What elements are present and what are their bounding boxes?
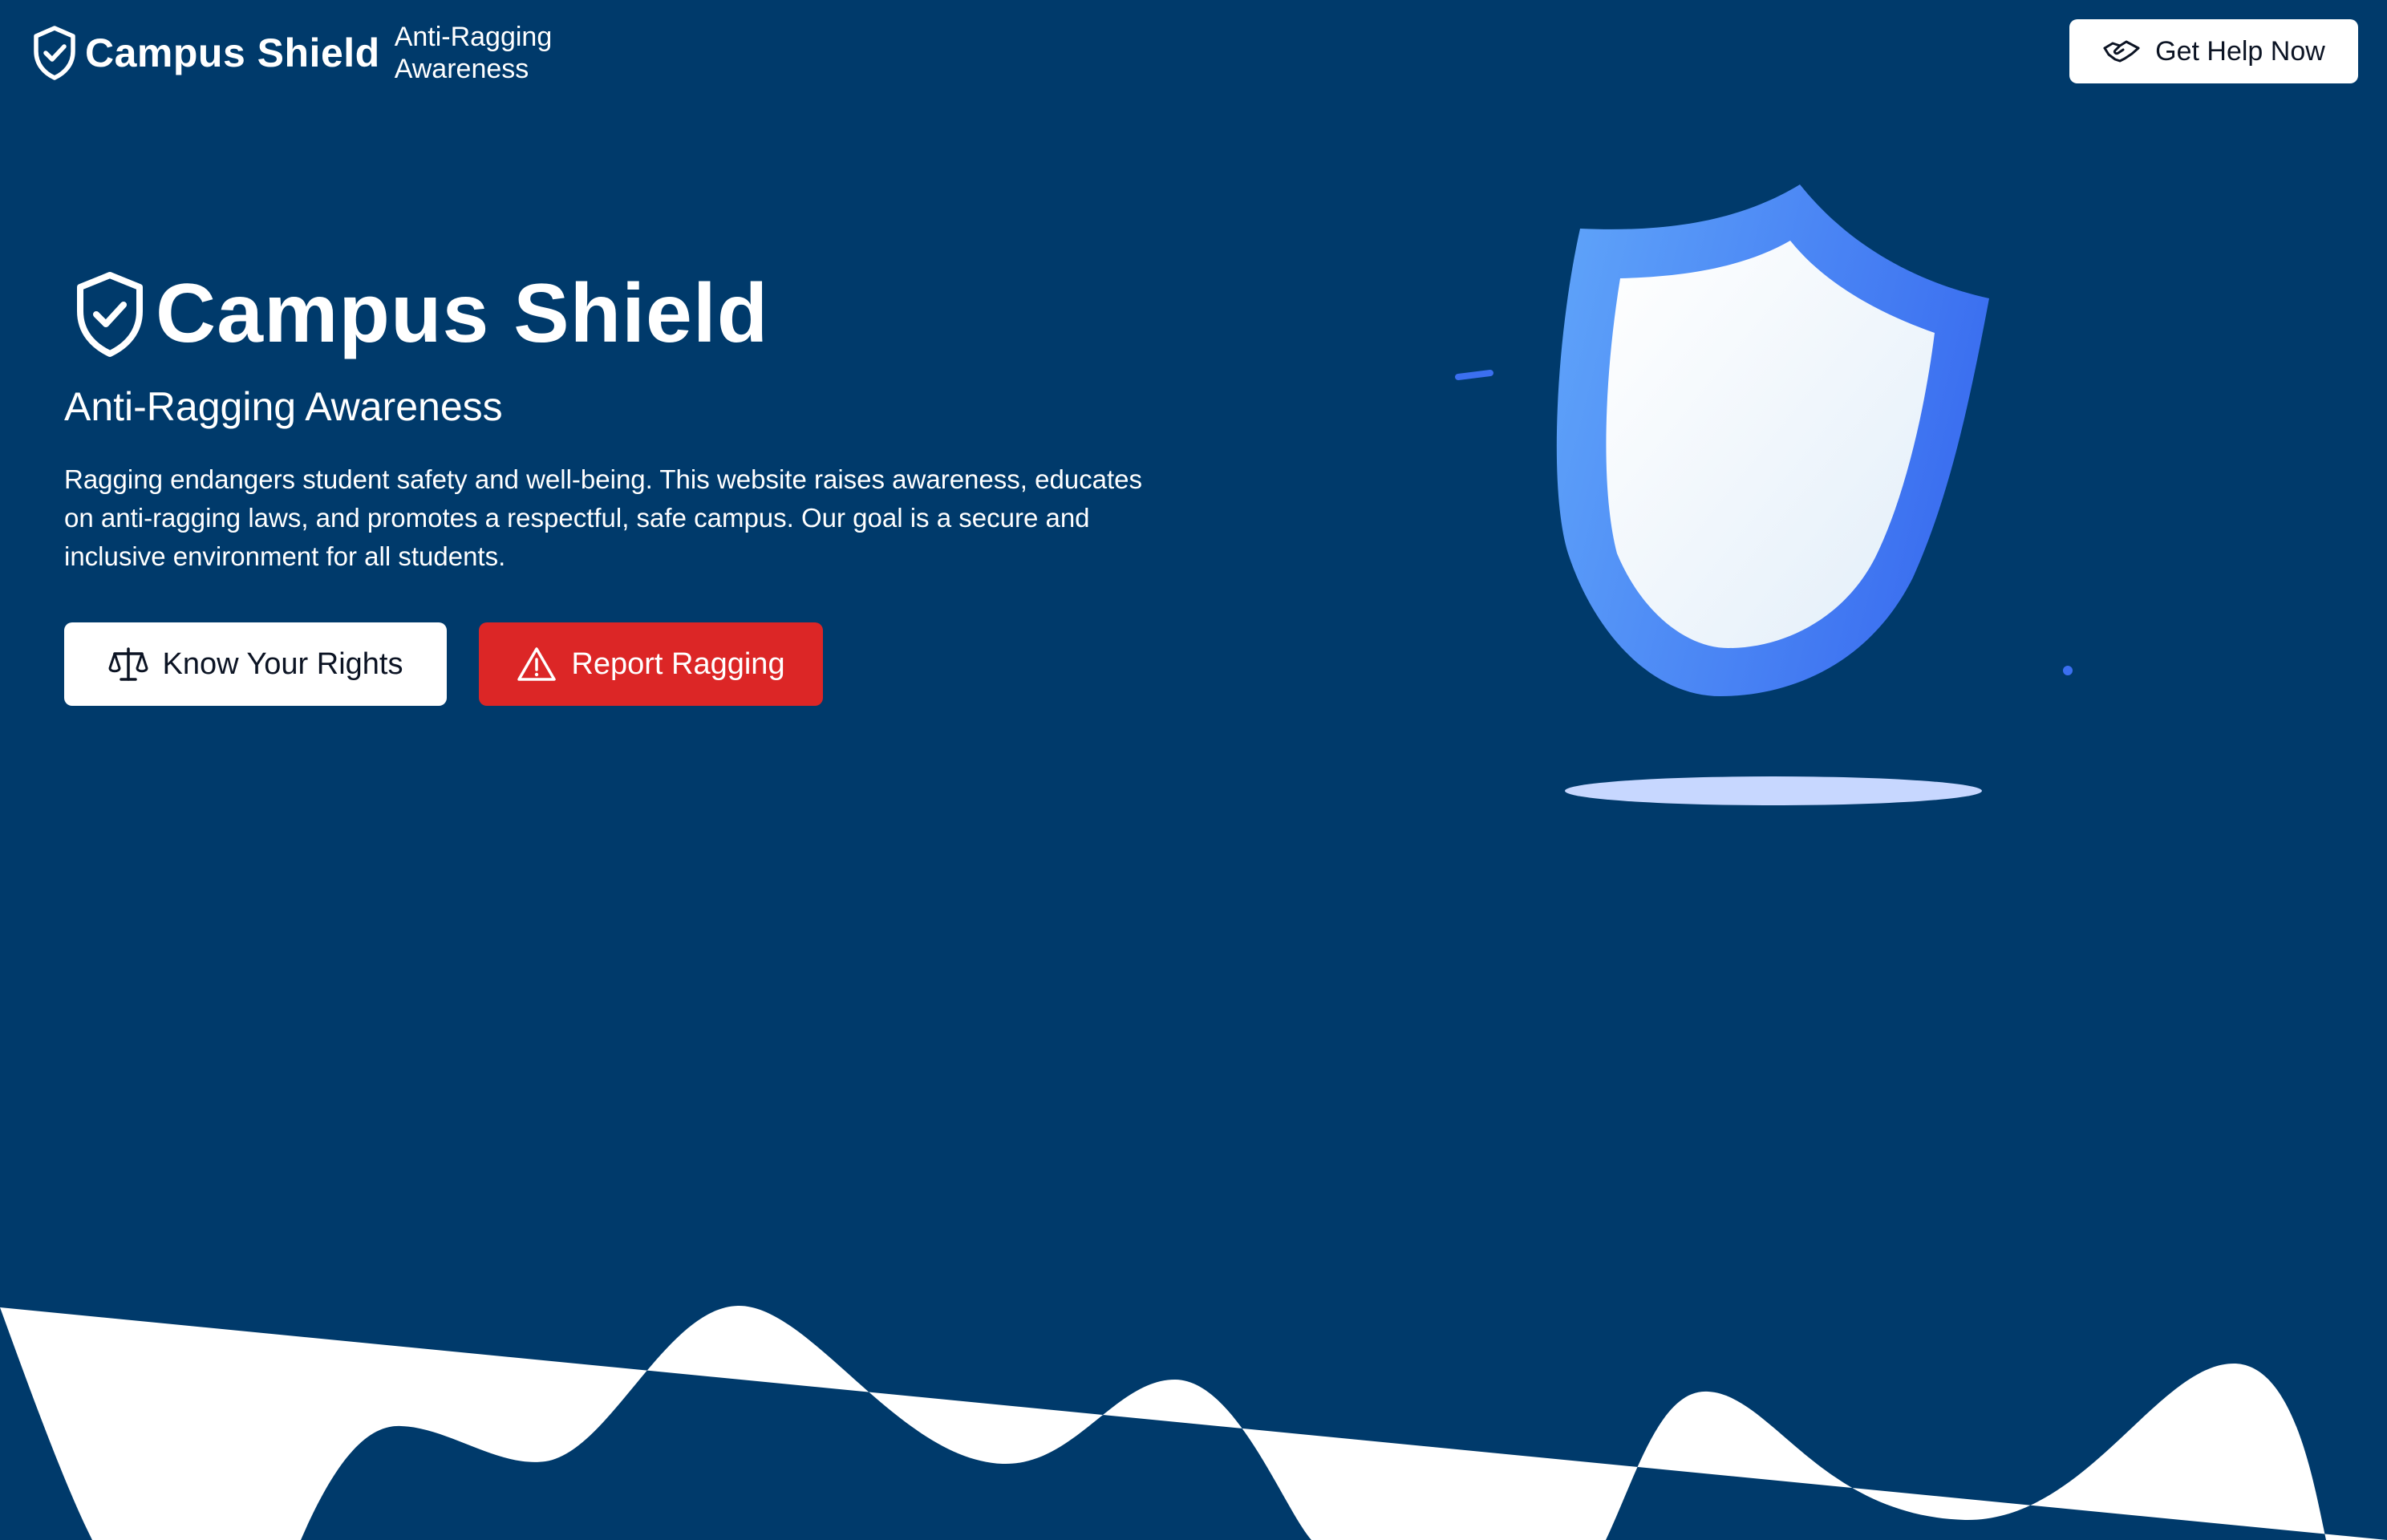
report-ragging-label: Report Ragging — [571, 646, 785, 681]
brand-logo[interactable]: Campus Shield Anti-Ragging Awareness — [30, 21, 552, 85]
handshake-icon — [2102, 37, 2141, 66]
shield-check-icon — [72, 270, 148, 359]
hero-title: Campus Shield — [156, 267, 769, 360]
hero-title-row: Campus Shield — [72, 266, 768, 362]
wave-shape — [0, 1305, 2387, 1540]
brand-tagline-line2: Awareness — [394, 54, 529, 84]
hero-subtitle: Anti-Ragging Awareness — [64, 384, 503, 429]
know-your-rights-button[interactable]: Know Your Rights — [64, 622, 447, 706]
wave-decoration — [0, 1283, 2387, 1540]
brand-name: Campus Shield — [85, 30, 380, 75]
shield-illustration — [0, 0, 2387, 882]
scales-icon — [108, 646, 148, 683]
brand-tagline-line1: Anti-Ragging — [394, 22, 553, 52]
report-ragging-button[interactable]: Report Ragging — [479, 622, 823, 706]
shield-shadow — [1565, 776, 1982, 805]
hero-description: Ragging endangers student safety and wel… — [64, 464, 1143, 571]
top-navbar: Campus Shield Anti-Ragging Awareness Get… — [0, 0, 2387, 104]
know-your-rights-label: Know Your Rights — [162, 646, 403, 681]
accent-dash — [1455, 370, 1493, 380]
get-help-now-button[interactable]: Get Help Now — [2069, 19, 2358, 83]
brand-tagline: Anti-Ragging Awareness — [395, 21, 553, 85]
warning-triangle-icon — [517, 646, 557, 683]
accent-dot — [2063, 666, 2073, 675]
shield-outer — [1556, 184, 1989, 696]
get-help-now-label: Get Help Now — [2155, 35, 2325, 67]
shield-check-icon — [30, 25, 79, 81]
shield-inner — [1606, 241, 1935, 648]
